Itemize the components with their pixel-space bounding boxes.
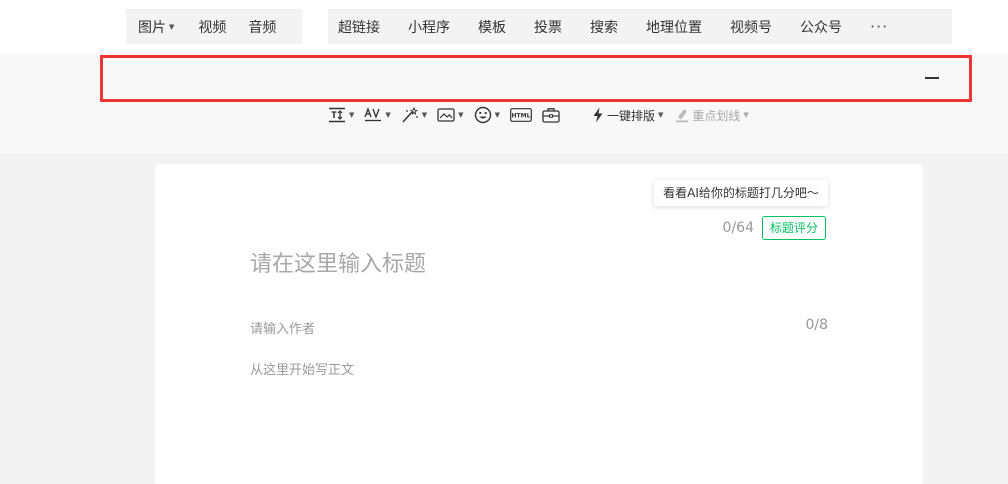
image-style-icon xyxy=(437,108,455,122)
emoji-button[interactable]: ▼ xyxy=(474,106,500,124)
toolbox-icon xyxy=(542,108,560,123)
title-score-button[interactable]: 标题评分 xyxy=(762,216,826,240)
line-height-button[interactable]: ▼ xyxy=(328,107,354,123)
author-input[interactable]: 请输入作者 xyxy=(250,318,315,337)
chevron-down-icon: ▼ xyxy=(657,111,664,119)
chevron-down-icon: ▼ xyxy=(494,111,500,119)
image-button[interactable]: 图片 ▼ xyxy=(138,17,174,37)
emoji-icon xyxy=(474,106,491,124)
toolbox-button[interactable] xyxy=(542,107,560,123)
official-account-button[interactable]: 公众号 xyxy=(800,17,842,37)
body-editor[interactable]: 从这里开始写正文 xyxy=(250,359,354,378)
svg-text:HTML: HTML xyxy=(511,113,530,120)
key-underline-label: 重点划线 xyxy=(692,108,741,123)
magic-format-button[interactable]: ▼ xyxy=(401,107,427,123)
chevron-down-icon: ▼ xyxy=(743,111,749,119)
chevron-down-icon: ▼ xyxy=(385,111,391,119)
more-icon[interactable]: ··· xyxy=(870,17,888,36)
top-toolbar: 图片 ▼ 视频 音频 超链接 小程序 模板 投票 搜索 地理位置 视频号 公众号… xyxy=(0,0,1008,54)
lightning-icon xyxy=(593,107,603,123)
channels-button[interactable]: 视频号 xyxy=(730,17,772,37)
media-group: 图片 ▼ 视频 音频 xyxy=(126,9,302,44)
line-height-icon xyxy=(329,107,345,123)
letter-spacing-button[interactable]: ▼ xyxy=(364,107,391,123)
hyperlink-button[interactable]: 超链接 xyxy=(338,17,380,37)
one-click-layout-button[interactable]: 一键排版 ▼ xyxy=(592,107,663,124)
key-underline-button[interactable]: 重点划线 ▼ xyxy=(675,107,749,124)
title-input[interactable]: 请在这里输入标题 xyxy=(250,246,426,278)
vote-button[interactable]: 投票 xyxy=(534,17,562,37)
title-char-count: 0/64 xyxy=(722,220,754,236)
html-icon: HTML xyxy=(510,108,532,122)
audio-button[interactable]: 音频 xyxy=(248,17,276,37)
search-button[interactable]: 搜索 xyxy=(590,17,618,37)
letter-spacing-icon xyxy=(364,107,382,122)
video-button[interactable]: 视频 xyxy=(198,17,226,37)
one-click-layout-label: 一键排版 xyxy=(606,108,655,123)
insert-group: 超链接 小程序 模板 投票 搜索 地理位置 视频号 公众号 ··· xyxy=(328,9,952,44)
html-button[interactable]: HTML xyxy=(510,108,532,122)
ai-title-tooltip: 看看AI给你的标题打几分吧～ xyxy=(654,180,828,206)
chevron-down-icon: ▼ xyxy=(421,111,428,119)
collapsed-toolbar-highlight xyxy=(100,55,972,102)
image-style-button[interactable]: ▼ xyxy=(437,107,464,123)
template-button[interactable]: 模板 xyxy=(478,17,506,37)
collapse-icon[interactable] xyxy=(925,77,939,79)
chevron-down-icon: ▼ xyxy=(349,111,355,119)
format-toolbar: ▼ ▼ ▼ ▼ ▼ HTML 一键排版 ▼ 重点划线 ▼ xyxy=(328,105,749,125)
magic-wand-icon xyxy=(402,107,419,123)
chevron-down-icon: ▼ xyxy=(458,111,464,119)
chevron-down-icon: ▼ xyxy=(169,22,175,31)
highlighter-icon xyxy=(676,109,689,123)
image-button-label: 图片 xyxy=(138,19,166,36)
author-char-count: 0/8 xyxy=(805,317,828,333)
mini-program-button[interactable]: 小程序 xyxy=(408,17,450,37)
location-button[interactable]: 地理位置 xyxy=(646,17,702,37)
